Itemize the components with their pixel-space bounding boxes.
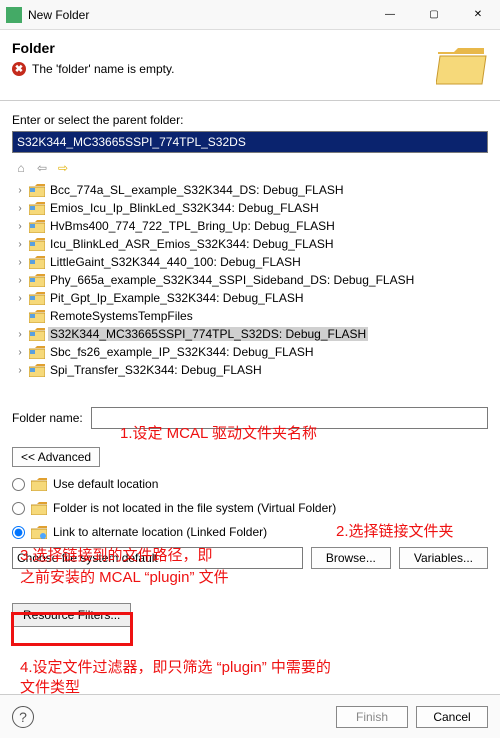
minimize-button[interactable]: ―	[368, 0, 412, 30]
expand-icon[interactable]: ›	[14, 203, 26, 214]
tree-row[interactable]: › S32K344_MC33665SSPI_774TPL_S32DS: Debug…	[12, 325, 488, 343]
tree-row[interactable]: › Phy_665a_example_S32K344_SSPI_Sideband_…	[12, 271, 488, 289]
finish-button[interactable]: Finish	[336, 706, 408, 728]
linked-folder-icon	[31, 525, 47, 539]
tree-label: Sbc_fs26_example_IP_S32K344: Debug_FLASH	[48, 345, 316, 359]
tree-row[interactable]: › Pit_Gpt_Ip_Example_S32K344: Debug_FLASH	[12, 289, 488, 307]
tree-row[interactable]: › Icu_BlinkLed_ASR_Emios_S32K344: Debug_F…	[12, 235, 488, 253]
folder-name-label: Folder name:	[12, 411, 83, 425]
tree-label: Emios_Icu_Ip_BlinkLed_S32K344: Debug_FLA…	[48, 201, 321, 215]
folder-large-icon	[436, 44, 488, 86]
linked-folder-radio[interactable]	[12, 526, 25, 539]
use-default-location-label: Use default location	[53, 477, 158, 491]
forward-icon[interactable]: ⇨	[54, 159, 72, 177]
expand-icon[interactable]: ›	[14, 347, 26, 358]
virtual-folder-radio[interactable]	[12, 502, 25, 515]
tree-row[interactable]: › Spi_Transfer_S32K344: Debug_FLASH	[12, 361, 488, 379]
dialog-header: Folder ✖ The 'folder' name is empty.	[0, 30, 500, 100]
project-folder-icon	[29, 291, 45, 305]
tree-row[interactable]: › Bcc_774a_SL_example_S32K344_DS: Debug_F…	[12, 181, 488, 199]
resource-filters-button[interactable]: Resource Filters...	[12, 603, 131, 627]
header-title: Folder	[12, 40, 436, 56]
project-tree[interactable]: › Bcc_774a_SL_example_S32K344_DS: Debug_F…	[12, 181, 488, 393]
link-path-input[interactable]	[12, 547, 303, 569]
help-icon[interactable]: ?	[12, 706, 34, 728]
tree-label: S32K344_MC33665SSPI_774TPL_S32DS: Debug_…	[48, 327, 368, 341]
close-button[interactable]: ✕	[456, 0, 500, 30]
tree-row[interactable]: › HvBms400_774_722_TPL_Bring_Up: Debug_FL…	[12, 217, 488, 235]
virtual-folder-label: Folder is not located in the file system…	[53, 501, 336, 515]
project-folder-icon	[29, 345, 45, 359]
back-icon[interactable]: ⇦	[33, 159, 51, 177]
project-folder-icon	[29, 327, 45, 341]
project-folder-icon	[29, 237, 45, 251]
annotation-4a: 4.设定文件过滤器，即只筛选 “plugin” 中需要的	[20, 656, 331, 677]
browse-button[interactable]: Browse...	[311, 547, 391, 569]
variables-button[interactable]: Variables...	[399, 547, 488, 569]
project-folder-icon	[29, 309, 45, 323]
expand-icon[interactable]: ›	[14, 275, 26, 286]
project-folder-icon	[29, 273, 45, 287]
tree-row[interactable]: › LittleGaint_S32K344_440_100: Debug_FLAS…	[12, 253, 488, 271]
virtual-folder-icon	[31, 501, 47, 515]
tree-label: Spi_Transfer_S32K344: Debug_FLASH	[48, 363, 264, 377]
expand-icon[interactable]: ›	[14, 185, 26, 196]
expand-icon[interactable]: ›	[14, 293, 26, 304]
tree-label: HvBms400_774_722_TPL_Bring_Up: Debug_FLA…	[48, 219, 337, 233]
header-error-text: The 'folder' name is empty.	[32, 62, 174, 76]
error-icon: ✖	[12, 62, 26, 76]
app-icon	[6, 7, 22, 23]
tree-label: Icu_BlinkLed_ASR_Emios_S32K344: Debug_FL…	[48, 237, 336, 251]
parent-folder-label: Enter or select the parent folder:	[12, 113, 488, 127]
expand-icon[interactable]: ›	[14, 365, 26, 376]
folder-name-input[interactable]	[91, 407, 488, 429]
project-folder-icon	[29, 255, 45, 269]
expand-icon[interactable]: ›	[14, 239, 26, 250]
project-folder-icon	[29, 183, 45, 197]
use-default-location-radio[interactable]	[12, 478, 25, 491]
tree-label: Phy_665a_example_S32K344_SSPI_Sideband_D…	[48, 273, 416, 287]
window-title: New Folder	[28, 8, 368, 22]
tree-row[interactable]: › Sbc_fs26_example_IP_S32K344: Debug_FLAS…	[12, 343, 488, 361]
expand-icon[interactable]: ›	[14, 329, 26, 340]
linked-folder-label: Link to alternate location (Linked Folde…	[53, 525, 267, 539]
dialog-footer: ? Finish Cancel	[0, 694, 500, 738]
tree-label: Pit_Gpt_Ip_Example_S32K344: Debug_FLASH	[48, 291, 306, 305]
tree-label: RemoteSystemsTempFiles	[48, 309, 195, 323]
expand-icon[interactable]: ›	[14, 257, 26, 268]
advanced-toggle-button[interactable]: << Advanced	[12, 447, 100, 467]
tree-row[interactable]: RemoteSystemsTempFiles	[12, 307, 488, 325]
tree-row[interactable]: › Emios_Icu_Ip_BlinkLed_S32K344: Debug_FL…	[12, 199, 488, 217]
tree-label: Bcc_774a_SL_example_S32K344_DS: Debug_FL…	[48, 183, 346, 197]
project-folder-icon	[29, 363, 45, 377]
cancel-button[interactable]: Cancel	[416, 706, 488, 728]
parent-folder-input[interactable]	[12, 131, 488, 153]
tree-label: LittleGaint_S32K344_440_100: Debug_FLASH	[48, 255, 303, 269]
project-folder-icon	[29, 201, 45, 215]
title-bar: New Folder ― ▢ ✕	[0, 0, 500, 30]
maximize-button[interactable]: ▢	[412, 0, 456, 30]
project-folder-icon	[29, 219, 45, 233]
home-icon[interactable]: ⌂	[12, 159, 30, 177]
folder-icon	[31, 477, 47, 491]
breadcrumb-toolbar: ⌂ ⇦ ⇨	[12, 159, 488, 177]
expand-icon[interactable]: ›	[14, 221, 26, 232]
